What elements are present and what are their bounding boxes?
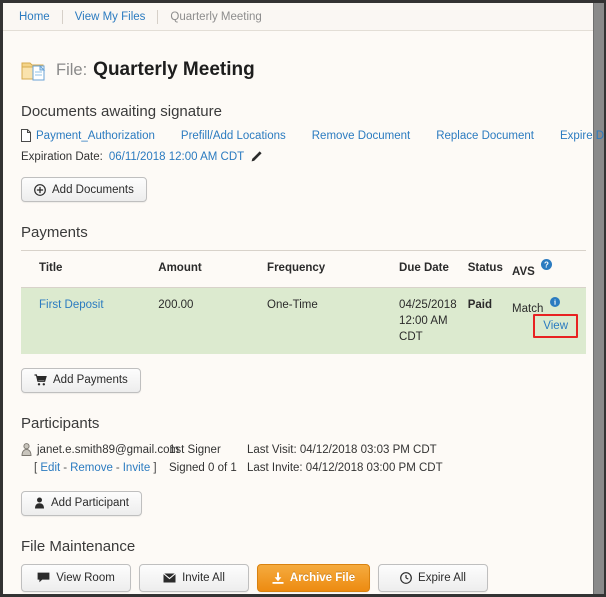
clock-icon: [400, 571, 412, 584]
svg-text:?: ?: [544, 260, 549, 269]
cell-amount: 200.00: [158, 287, 268, 354]
avs-value: Match: [512, 302, 544, 315]
separator-dash: -: [63, 461, 68, 474]
envelope-icon: [163, 572, 176, 583]
file-label: File:: [56, 60, 88, 79]
payments-heading: Payments: [21, 224, 88, 241]
list-item-actions: [ Edit - Remove - Invite ] Signed 0 of 1…: [21, 459, 586, 477]
expire-all-label: Expire All: [418, 571, 466, 584]
add-documents-button[interactable]: Add Documents: [21, 177, 147, 202]
file-name: Quarterly Meeting: [93, 59, 255, 80]
view-room-label: View Room: [56, 571, 115, 584]
archive-file-button[interactable]: Archive File: [257, 563, 370, 592]
pencil-icon[interactable]: [250, 151, 262, 163]
replace-document-link[interactable]: Replace Document: [436, 130, 534, 142]
question-circle-icon[interactable]: ?: [541, 259, 553, 270]
circle-plus-icon: [34, 183, 46, 196]
view-payment-link[interactable]: View: [543, 320, 568, 332]
invite-all-button[interactable]: Invite All: [139, 563, 249, 592]
expire-document-link[interactable]: Expire Document: [560, 130, 604, 142]
breadcrumb-item-view-my-files[interactable]: View My Files: [63, 11, 158, 23]
folder-document-icon: [21, 59, 47, 81]
expiration-date-value: 06/11/2018 12:00 AM CDT: [108, 151, 245, 163]
column-avs-label: AVS: [512, 265, 535, 278]
download-icon: [272, 572, 284, 584]
payments-table-head: Title Amount Frequency Due Date Status A…: [21, 250, 586, 288]
user-icon: [34, 497, 45, 509]
payments-table-body: First Deposit 200.00 One-Time 04/25/2018…: [21, 287, 586, 354]
invite-participant-link[interactable]: Invite: [123, 459, 151, 477]
info-circle-icon[interactable]: i: [549, 296, 560, 307]
participant-list: janet.e.smith89@gmail.com 1st Signer Las…: [21, 441, 586, 477]
add-payments-button[interactable]: Add Payments: [21, 367, 141, 393]
cell-title: First Deposit: [21, 287, 159, 354]
add-payments-label: Add Payments: [53, 374, 128, 387]
column-frequency: Frequency: [267, 250, 400, 288]
view-highlight-box: View: [533, 313, 578, 338]
participants-heading: Participants: [21, 414, 100, 432]
cell-frequency: One-Time: [267, 287, 400, 354]
due-date-value: 04/25/2018 12:00 AM CDT: [399, 298, 457, 343]
cart-icon: [34, 374, 47, 386]
user-icon: [21, 443, 32, 457]
cell-due-date: 04/25/2018 12:00 AM CDT: [399, 287, 468, 354]
participant-last-visit: Last Visit: 04/12/2018 03:03 PM CDT: [247, 443, 437, 456]
participant-last-invite: Last Invite: 04/12/2018 03:00 PM CDT: [247, 461, 443, 474]
separator-dash: -: [115, 461, 120, 474]
expiration-date-row: Expiration Date: 06/11/2018 12:00 AM CDT: [21, 151, 586, 163]
column-status: Status: [467, 250, 513, 288]
column-title: Title: [21, 250, 159, 288]
svg-text:i: i: [554, 298, 556, 306]
payment-title-link[interactable]: First Deposit: [39, 299, 104, 311]
documents-heading: Documents awaiting signature: [21, 103, 222, 120]
file-detail-page: Home View My Files Quarterly Meeting Fil…: [0, 0, 606, 597]
document-icon: [21, 129, 31, 142]
remove-participant-link[interactable]: Remove: [70, 459, 113, 477]
file-maintenance-buttons: View Room Invite All Archive File Expire…: [21, 563, 586, 594]
edit-participant-link[interactable]: Edit: [40, 459, 60, 477]
comment-icon: [37, 572, 50, 583]
participant-actions-cell: [ Edit - Remove - Invite ]: [21, 459, 169, 477]
table-header-row: Title Amount Frequency Due Date Status A…: [21, 250, 586, 288]
column-avs: AVS ?: [512, 250, 586, 288]
list-item: janet.e.smith89@gmail.com 1st Signer Las…: [21, 441, 586, 459]
remove-document-link[interactable]: Remove Document: [312, 130, 410, 142]
view-room-button[interactable]: View Room: [21, 563, 131, 592]
add-participant-label: Add Participant: [51, 497, 129, 510]
document-name-link[interactable]: Payment_Authorization: [36, 130, 155, 142]
bracket-close: ]: [150, 461, 157, 474]
column-amount: Amount: [158, 250, 268, 288]
expiration-date-label: Expiration Date:: [21, 151, 103, 163]
table-row[interactable]: First Deposit 200.00 One-Time 04/25/2018…: [21, 287, 586, 354]
participant-role: 1st Signer: [169, 443, 221, 456]
prefill-add-locations-link[interactable]: Prefill/Add Locations: [181, 130, 286, 142]
page-title: File: Quarterly Meeting: [21, 59, 586, 81]
column-due-date: Due Date: [399, 250, 468, 288]
archive-file-label: Archive File: [289, 571, 356, 584]
status-badge: Paid: [467, 287, 513, 354]
participant-email: janet.e.smith89@gmail.com: [37, 443, 180, 456]
breadcrumb-item-current: Quarterly Meeting: [170, 10, 262, 23]
file-maintenance-heading: File Maintenance: [21, 537, 136, 555]
expire-all-button[interactable]: Expire All: [378, 563, 488, 592]
document-actions-row: Payment_Authorization Prefill/Add Locati…: [21, 129, 604, 142]
add-documents-label: Add Documents: [52, 183, 134, 196]
invite-all-label: Invite All: [182, 571, 225, 584]
cell-avs: Match i View: [512, 287, 586, 354]
payments-table: Title Amount Frequency Due Date Status A…: [21, 250, 586, 354]
page-content: File: Quarterly Meeting Documents awaiti…: [3, 59, 604, 594]
participant-signed-status: Signed 0 of 1: [169, 461, 237, 474]
breadcrumb: Home View My Files Quarterly Meeting: [3, 3, 604, 31]
participant-email-cell: janet.e.smith89@gmail.com: [21, 441, 179, 459]
add-participant-button[interactable]: Add Participant: [21, 490, 142, 516]
breadcrumb-item-home[interactable]: Home: [19, 11, 62, 23]
